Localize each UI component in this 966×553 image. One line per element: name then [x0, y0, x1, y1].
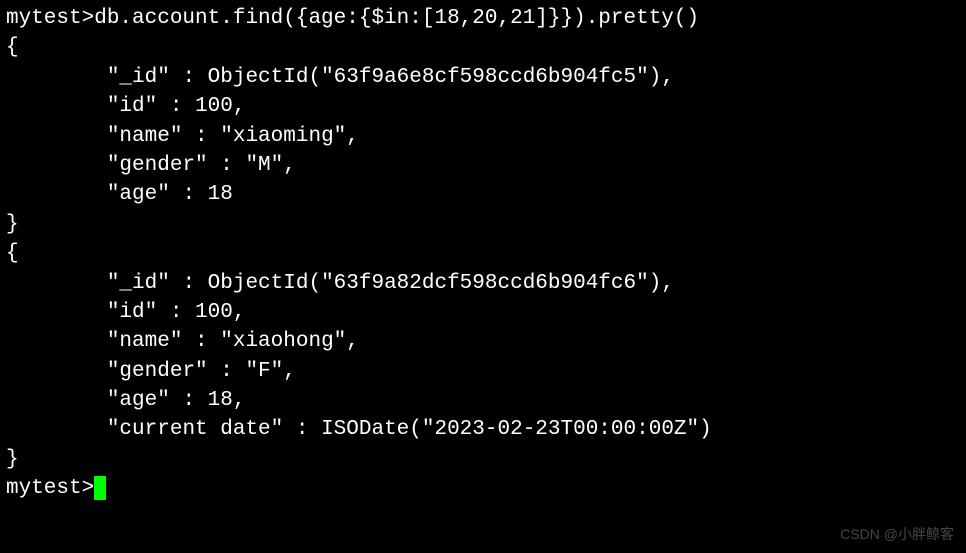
result-field: "age" : 18,	[107, 389, 246, 412]
result-field: "name" : "xiaoming",	[107, 125, 359, 148]
command-text: db.account.find({age:{$in:[18,20,21]}}).…	[94, 7, 699, 30]
watermark-text: CSDN @小胖鲸客	[840, 525, 954, 545]
result-field: "gender" : "M",	[107, 154, 296, 177]
brace-close: }	[6, 213, 19, 236]
result-field: "current date" : ISODate("2023-02-23T00:…	[107, 418, 712, 441]
brace-open: {	[6, 36, 19, 59]
result-field: "id" : 100,	[107, 95, 246, 118]
result-field: "gender" : "F",	[107, 360, 296, 383]
brace-open: {	[6, 242, 19, 265]
prompt: mytest>	[6, 7, 94, 30]
cursor-icon	[94, 476, 106, 500]
result-field: "_id" : ObjectId("63f9a6e8cf598ccd6b904f…	[107, 66, 674, 89]
result-field: "id" : 100,	[107, 301, 246, 324]
brace-close: }	[6, 448, 19, 471]
result-field: "name" : "xiaohong",	[107, 330, 359, 353]
terminal-output[interactable]: mytest>db.account.find({age:{$in:[18,20,…	[6, 4, 960, 504]
result-field: "_id" : ObjectId("63f9a82dcf598ccd6b904f…	[107, 272, 674, 295]
prompt: mytest>	[6, 477, 94, 500]
result-field: "age" : 18	[107, 183, 233, 206]
